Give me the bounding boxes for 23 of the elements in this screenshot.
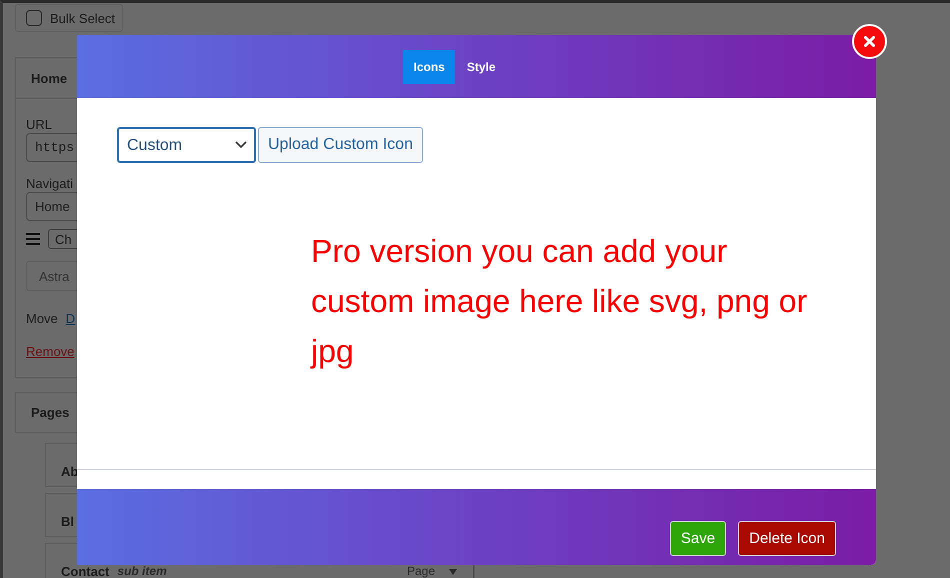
url-label: URL	[26, 117, 54, 132]
caret-icon[interactable]	[449, 568, 457, 574]
close-button[interactable]	[852, 24, 887, 59]
move-label: Move	[26, 311, 58, 326]
icon-type-select[interactable]: Custom	[117, 127, 256, 163]
checkbox[interactable]	[26, 10, 42, 26]
menu-item-label: Contact	[61, 564, 110, 578]
delete-icon-button[interactable]: Delete Icon	[738, 521, 836, 556]
sub-item-note: sub item	[117, 564, 167, 578]
bulk-select-checkbox[interactable]: Bulk Select	[15, 4, 123, 32]
close-icon	[864, 36, 875, 47]
menu-item-label: Bl	[61, 514, 74, 529]
bulk-select-label: Bulk Select	[50, 10, 116, 26]
menu-item-label: Ab	[61, 464, 78, 479]
chevron-down-icon	[235, 141, 247, 149]
save-button[interactable]: Save	[670, 521, 726, 556]
navigation-label: Navigati	[26, 176, 74, 191]
pro-version-notice: Pro version you can add your custom image here like svg, png or jpg	[311, 232, 808, 371]
item-type-label: Page	[406, 564, 435, 578]
dialog-tab[interactable]: Style	[456, 50, 506, 84]
dialog-tab[interactable]: Icons	[403, 50, 455, 84]
menu-icon	[26, 233, 40, 245]
upload-custom-icon-button[interactable]: Upload Custom Icon	[258, 127, 423, 163]
